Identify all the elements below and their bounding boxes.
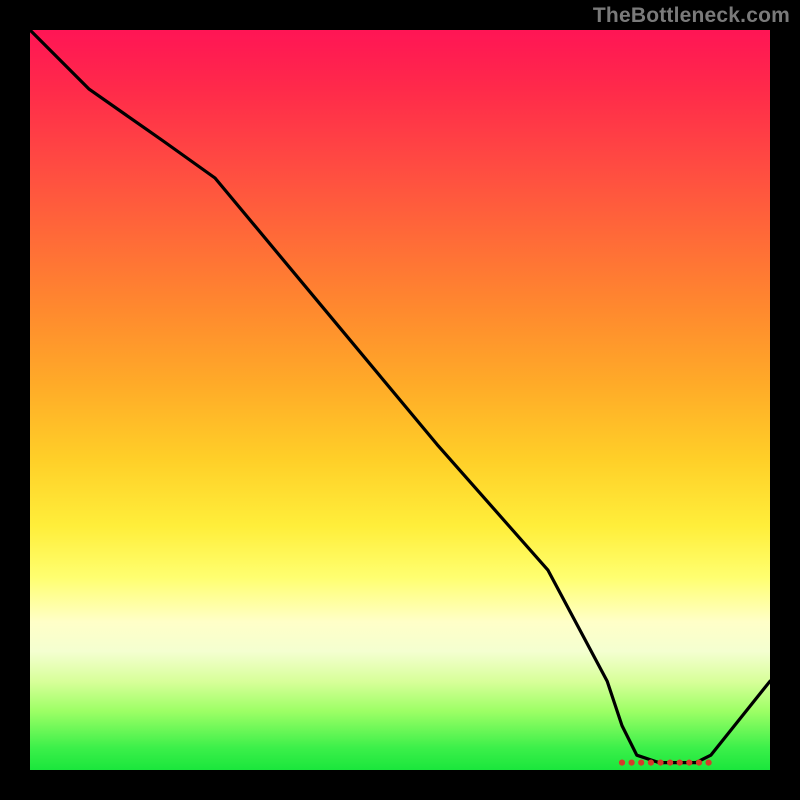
marker-dot [629,760,635,766]
marker-dot [677,760,683,766]
marker-dot [648,760,654,766]
line-chart-svg [30,30,770,770]
chart-frame: TheBottleneck.com [0,0,800,800]
watermark-text: TheBottleneck.com [593,4,790,28]
marker-dot [686,760,692,766]
marker-dot [619,760,625,766]
marker-dot [657,760,663,766]
marker-dot [696,760,702,766]
plot-area [30,30,770,770]
line-series [30,30,770,763]
marker-dot [638,760,644,766]
marker-dot [667,760,673,766]
marker-dot [706,760,712,766]
